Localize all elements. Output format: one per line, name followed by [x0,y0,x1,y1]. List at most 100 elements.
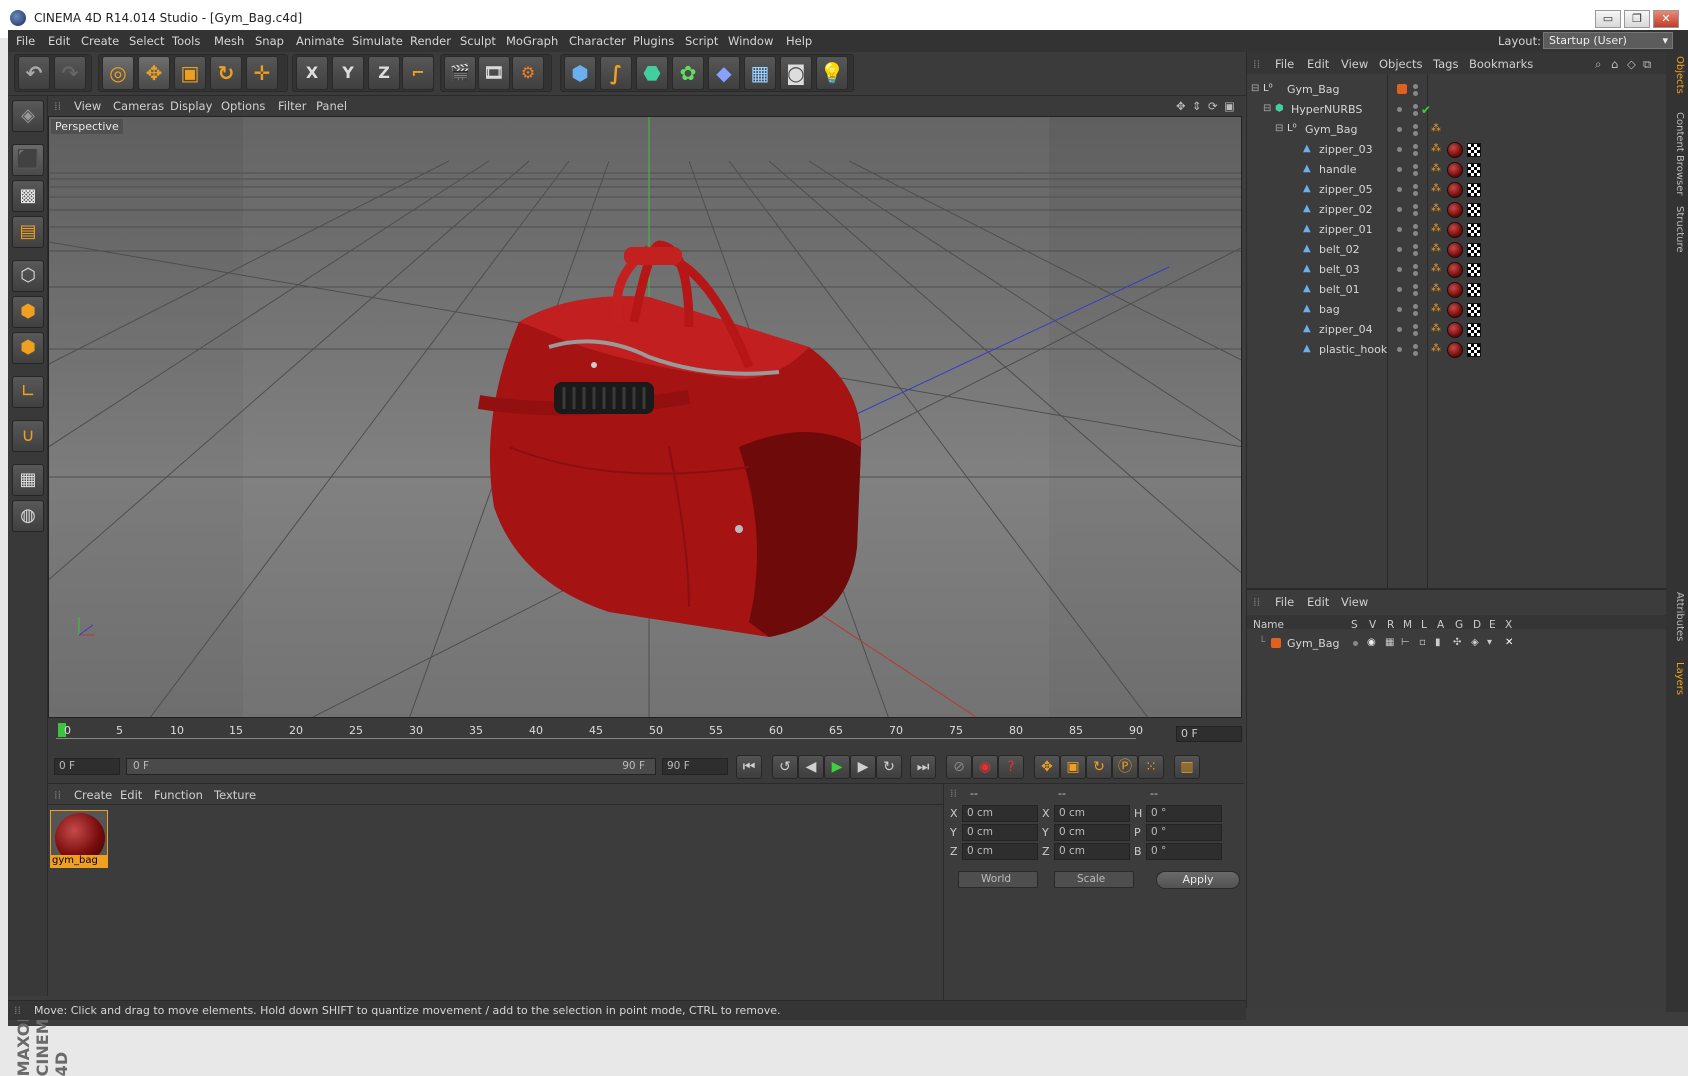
cube-primitive-icon[interactable]: ⬢ [564,56,596,90]
record-keys-icon[interactable]: ⊘ [946,755,972,779]
editor-visibility-dot[interactable] [1413,164,1418,169]
phong-tag-icon[interactable]: ⁂ [1431,323,1441,334]
z-axis-lock-button[interactable]: Z [368,56,400,90]
rot-p-field[interactable]: 0 ° [1146,824,1222,841]
timeline-window-icon[interactable]: ▥ [1174,755,1200,779]
workplane-lock-icon[interactable]: ▦ [12,464,44,496]
coordinate-system-icon[interactable]: ⌐ [402,56,434,90]
phong-tag-icon[interactable]: ⁂ [1431,183,1441,194]
tab-objects[interactable]: Objects [1669,56,1685,94]
minimize-button[interactable]: ▭ [1595,10,1621,28]
tree-row[interactable]: ▲ belt_02 ⁂ [1247,240,1667,260]
new-window-icon[interactable]: ⧉ [1643,57,1651,72]
magnet-snap-icon[interactable]: ∪ [12,420,44,452]
expression-icon[interactable]: ▾ [1487,637,1492,648]
previous-frame-icon[interactable]: ◀ [798,755,824,779]
phong-tag-icon[interactable]: ⁂ [1431,143,1441,154]
editor-visibility-dot[interactable] [1397,107,1402,112]
size-mode-dropdown[interactable]: Scale [1054,871,1134,888]
lock-icon[interactable]: ▫ [1419,637,1426,648]
xref-icon[interactable]: ✕ [1505,637,1513,648]
position-key-icon[interactable]: ✥ [1034,755,1060,779]
uvw-tag-icon[interactable] [1467,323,1481,337]
material-tag-icon[interactable] [1447,322,1463,338]
phong-tag-icon[interactable]: ⁂ [1431,283,1441,294]
tree-row[interactable]: ▲ handle ⁂ [1247,160,1667,180]
uvw-tag-icon[interactable] [1467,163,1481,177]
editor-visibility-dot[interactable] [1413,244,1418,249]
menu-window[interactable]: Window [728,34,773,48]
layer-row[interactable]: └ Gym_Bag ◉ ▦ ⊢ ▫ ▮ ✣ ◈ ▾ ✕ [1247,634,1667,654]
render-visibility-dot[interactable] [1413,171,1418,176]
tree-row[interactable]: ▲ plastic_hook ⁂ [1247,340,1667,360]
uvw-tag-icon[interactable] [1467,283,1481,297]
render-visibility-dot[interactable] [1413,271,1418,276]
render-visibility-dot[interactable] [1413,191,1418,196]
start-frame-field[interactable]: 0 F [54,758,120,775]
play-icon[interactable]: ▶ [824,755,850,779]
rotate-tool-icon[interactable]: ↻ [210,56,242,90]
editor-visibility-dot[interactable] [1397,287,1402,292]
tree-row[interactable]: ▲ zipper_02 ⁂ [1247,200,1667,220]
expand-icon[interactable]: ⊟ [1251,83,1259,94]
editor-visibility-dot[interactable] [1413,344,1418,349]
objects-menu-objects[interactable]: Objects [1379,57,1422,71]
editor-visibility-dot[interactable] [1397,247,1402,252]
move-tool-icon[interactable]: ✥ [138,56,170,90]
editor-visibility-dot[interactable] [1413,324,1418,329]
live-selection-icon[interactable]: ◎ [102,56,134,90]
axis-mode-icon[interactable]: ∟ [12,376,44,408]
planar-workplane-icon[interactable]: ◍ [12,500,44,532]
size-z-field[interactable]: 0 cm [1054,843,1130,860]
editor-visibility-dot[interactable] [1397,147,1402,152]
viewport-menu-options[interactable]: Options [221,99,265,113]
render-visibility-dot[interactable] [1413,251,1418,256]
material-tag-icon[interactable] [1447,282,1463,298]
undo-icon[interactable]: ↶ [18,56,50,90]
tab-attributes[interactable]: Attributes [1669,592,1685,641]
model-mode-icon[interactable]: ⬛ [12,144,44,176]
editor-visibility-dot[interactable] [1397,207,1402,212]
objects-menu-view[interactable]: View [1341,57,1368,71]
phong-tag-icon[interactable]: ⁂ [1431,303,1441,314]
rotation-key-icon[interactable]: ↻ [1086,755,1112,779]
go-to-start-icon[interactable]: ⏮ [736,755,762,779]
render-visibility-dot[interactable] [1413,91,1418,96]
menu-snap[interactable]: Snap [255,34,284,48]
material-tag-icon[interactable] [1447,202,1463,218]
pos-x-field[interactable]: 0 cm [962,805,1038,822]
tree-row[interactable]: ▲ zipper_04 ⁂ [1247,320,1667,340]
editor-visibility-dot[interactable] [1413,224,1418,229]
objects-menu-tags[interactable]: Tags [1433,57,1458,71]
edges-mode-icon[interactable]: ⬢ [12,296,44,328]
material-menu-edit[interactable]: Edit [120,788,142,802]
scale-tool-icon[interactable]: ▣ [174,56,206,90]
keyframe-selection-icon[interactable]: ? [998,755,1024,779]
menu-tools[interactable]: Tools [172,34,200,48]
point-level-key-icon[interactable]: ⁙ [1138,755,1164,779]
close-button[interactable]: ✕ [1653,10,1679,28]
material-menu-function[interactable]: Function [154,788,203,802]
tree-row[interactable]: ▲ belt_03 ⁂ [1247,260,1667,280]
objects-menu-bookmarks[interactable]: Bookmarks [1469,57,1533,71]
material-tag-icon[interactable] [1447,182,1463,198]
floor-icon[interactable]: ▦ [744,56,776,90]
next-key-icon[interactable]: ↻ [876,755,902,779]
tab-content-browser[interactable]: Content Browser [1669,112,1685,195]
editor-visibility-dot[interactable] [1413,84,1418,89]
material-menu-create[interactable]: Create [74,788,112,802]
deformer-icon[interactable]: ◈ [1471,637,1479,648]
uvw-tag-icon[interactable] [1467,183,1481,197]
viewport-menu-cameras[interactable]: Cameras [113,99,164,113]
viewport-menu-view[interactable]: View [74,99,101,113]
deformer-icon[interactable]: ◆ [708,56,740,90]
render-icon[interactable]: ▦ [1385,637,1394,648]
material-tag-icon[interactable] [1447,262,1463,278]
viewport-menu-display[interactable]: Display [170,99,212,113]
enabled-check-icon[interactable]: ✔ [1421,103,1431,117]
render-visibility-dot[interactable] [1413,351,1418,356]
editor-visibility-dot[interactable] [1397,347,1402,352]
render-visibility-dot[interactable] [1413,131,1418,136]
manager-icon[interactable]: ⊢ [1401,637,1410,648]
layer-color-swatch[interactable] [1271,638,1281,648]
